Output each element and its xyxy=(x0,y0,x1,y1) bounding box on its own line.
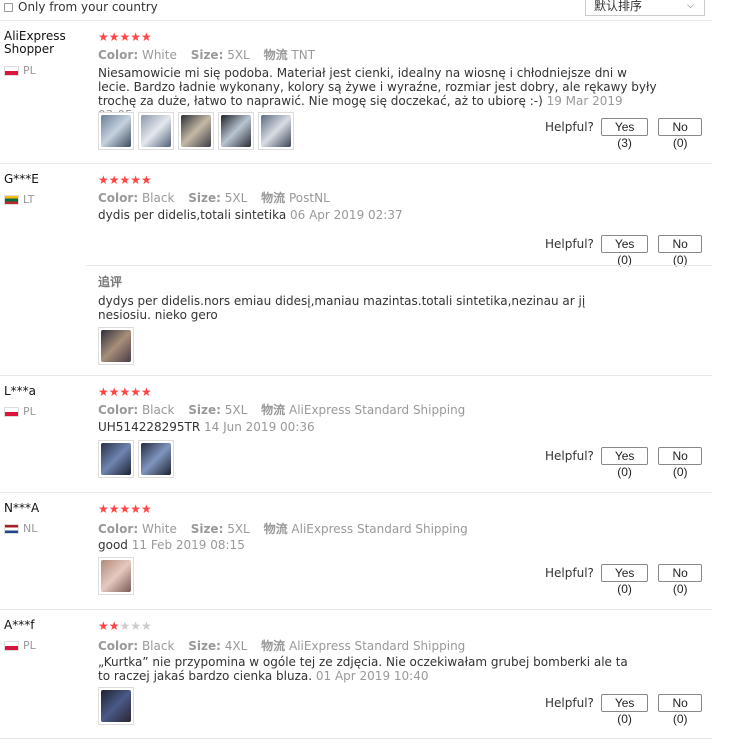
reviewer-name: L***a xyxy=(4,384,37,398)
review-photos xyxy=(98,440,178,478)
helpful-controls: Helpful? Yes (0) No (0) xyxy=(545,694,712,726)
review-photo[interactable] xyxy=(178,112,214,150)
review-photo[interactable] xyxy=(98,112,134,150)
divider xyxy=(0,20,712,21)
review-photo[interactable] xyxy=(98,440,134,478)
helpful-no-button[interactable]: No (0) xyxy=(658,447,702,479)
review-meta: Color: White Size: 5XL 物流 AliExpress Sta… xyxy=(98,522,468,536)
flag-nl-icon xyxy=(4,523,19,534)
divider xyxy=(0,492,712,493)
flag-lt-icon xyxy=(4,194,19,205)
review-photo[interactable] xyxy=(258,112,294,150)
helpful-no-button[interactable]: No (0) xyxy=(658,564,702,596)
sort-select[interactable]: 默认排序 ⌵ xyxy=(585,0,705,16)
helpful-no-button[interactable]: No (0) xyxy=(658,118,702,150)
filter-bar: Only from your country 默认排序 ⌵ xyxy=(0,0,733,18)
review-text: dydis per didelis,totali sintetika 06 Ap… xyxy=(98,208,403,222)
divider xyxy=(0,163,712,164)
review-meta: Color: Black Size: 5XL 物流 AliExpress Sta… xyxy=(98,403,466,417)
review-photo[interactable] xyxy=(138,440,174,478)
divider xyxy=(0,609,712,610)
review-date: 06 Apr 2019 02:37 xyxy=(290,208,403,222)
reviewer-country: PL xyxy=(4,639,36,652)
helpful-controls: Helpful? Yes (0) No (0) xyxy=(545,564,712,596)
review-photo[interactable] xyxy=(218,112,254,150)
review-text: good 11 Feb 2019 08:15 xyxy=(98,538,245,552)
review-photos xyxy=(98,557,138,595)
helpful-controls: Helpful? Yes (0) No (0) xyxy=(545,235,712,267)
review-date: 14 Jun 2019 00:36 xyxy=(204,420,315,434)
reviewer-country: PL xyxy=(4,405,36,418)
reviewer-name: G***E xyxy=(4,172,39,186)
flag-pl-icon xyxy=(4,406,19,417)
review-meta: Color: Black Size: 4XL 物流 AliExpress Sta… xyxy=(98,639,466,653)
followup-label: 追评 xyxy=(98,275,123,289)
reviewer-name: A***f xyxy=(4,618,35,632)
helpful-yes-button[interactable]: Yes (0) xyxy=(600,564,649,596)
reviewer-name: AliExpress Shopper xyxy=(4,29,66,56)
review-meta: Color: Black Size: 5XL 物流 PostNL xyxy=(98,191,330,205)
country-checkbox[interactable] xyxy=(4,2,13,12)
helpful-controls: Helpful? Yes (0) No (0) xyxy=(545,447,712,479)
review-text: „Kurtka” nie przypomina w ogóle tej ze z… xyxy=(98,655,628,683)
helpful-yes-button[interactable]: Yes (3) xyxy=(600,118,649,150)
helpful-yes-button[interactable]: Yes (0) xyxy=(600,694,649,726)
rating-stars: ★★★★★ xyxy=(98,173,152,187)
followup-divider xyxy=(86,265,712,266)
divider xyxy=(0,375,712,376)
review-date: 11 Feb 2019 08:15 xyxy=(131,538,245,552)
only-country-filter[interactable]: Only from your country xyxy=(4,0,158,14)
reviewer-country: LT xyxy=(4,193,34,206)
divider xyxy=(0,738,712,739)
rating-stars: ★★★★★ xyxy=(98,502,152,516)
reviewer-name: N***A xyxy=(4,501,40,515)
followup-text: dydys per didelis.nors emiau didesį,mani… xyxy=(98,294,586,322)
country-filter-label: Only from your country xyxy=(18,0,158,14)
helpful-yes-button[interactable]: Yes (0) xyxy=(600,235,649,267)
review-photo[interactable] xyxy=(98,687,134,725)
rating-stars: ★★★★★ xyxy=(98,385,152,399)
followup-photos xyxy=(98,327,138,365)
flag-pl-icon xyxy=(4,65,19,76)
review-photo[interactable] xyxy=(98,557,134,595)
reviewer-country: NL xyxy=(4,522,37,535)
review-photo[interactable] xyxy=(138,112,174,150)
review-photo[interactable] xyxy=(98,327,134,365)
helpful-no-button[interactable]: No (0) xyxy=(658,235,702,267)
chevron-down-icon: ⌵ xyxy=(687,1,694,11)
review-date: 01 Apr 2019 10:40 xyxy=(315,669,429,683)
helpful-yes-button[interactable]: Yes (0) xyxy=(600,447,649,479)
helpful-controls: Helpful? Yes (3) No (0) xyxy=(545,118,712,150)
review-text: UH514228295TR 14 Jun 2019 00:36 xyxy=(98,420,315,434)
flag-pl-icon xyxy=(4,640,19,651)
sort-selected-value: 默认排序 xyxy=(594,0,643,13)
rating-stars: ★★★★★ xyxy=(98,30,152,44)
review-photos xyxy=(98,687,138,725)
reviewer-country: PL xyxy=(4,64,36,77)
review-meta: Color: White Size: 5XL 物流 TNT xyxy=(98,48,316,62)
review-photos xyxy=(98,112,298,150)
helpful-no-button[interactable]: No (0) xyxy=(658,694,702,726)
rating-stars: ★★★★★ xyxy=(98,619,152,633)
